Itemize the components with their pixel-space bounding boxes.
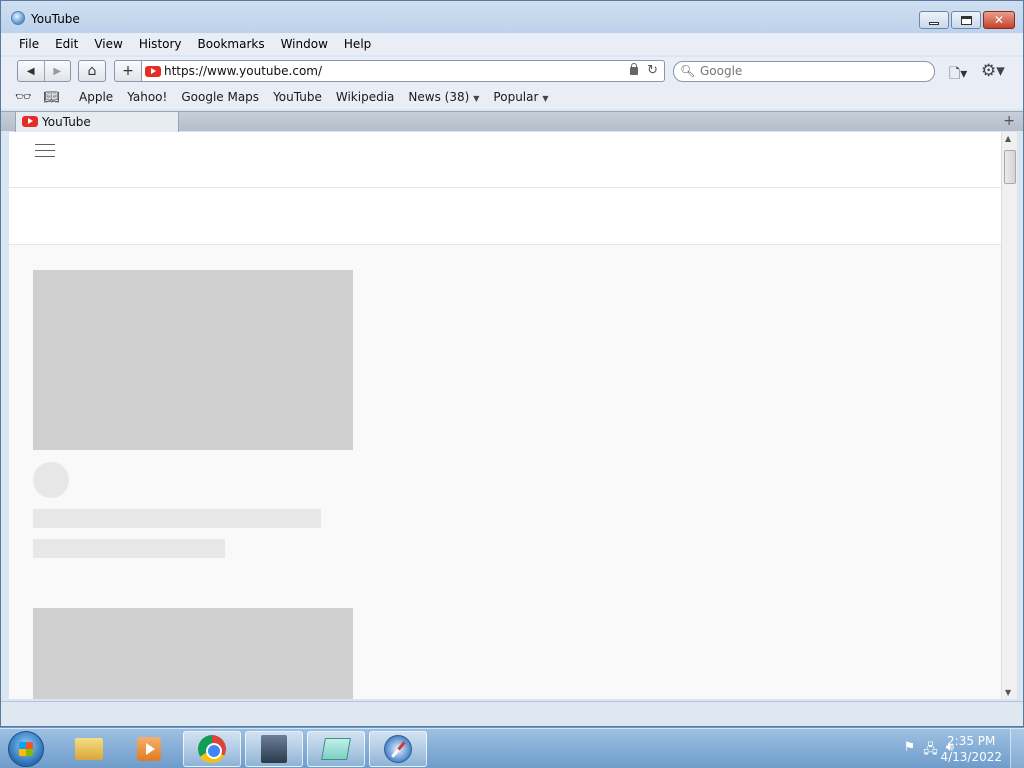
back-forward-group: ◀ ▶ xyxy=(17,60,71,82)
taskbar-chrome[interactable] xyxy=(183,731,241,767)
search-input[interactable] xyxy=(700,64,920,78)
menu-window[interactable]: Window xyxy=(273,37,336,51)
bookmark-wikipedia[interactable]: Wikipedia xyxy=(336,90,395,104)
url-text[interactable]: https://www.youtube.com/ xyxy=(164,64,322,78)
youtube-chip-bar xyxy=(9,188,1001,245)
menu-bookmarks[interactable]: Bookmarks xyxy=(190,37,273,51)
taskbar-notepad[interactable] xyxy=(307,731,365,767)
clock-date: 4/13/2022 xyxy=(940,750,1002,764)
minimize-icon xyxy=(929,21,939,25)
home-button[interactable]: ⌂ xyxy=(78,60,106,82)
avatar-placeholder xyxy=(33,462,69,498)
address-bar[interactable]: https://www.youtube.com/ ↻ xyxy=(141,60,665,82)
gear-icon[interactable]: ⚙▾ xyxy=(981,61,1005,81)
maximize-icon xyxy=(960,15,972,25)
safari-app-icon xyxy=(11,11,25,25)
taskbar-counter-strike[interactable] xyxy=(245,731,303,767)
bookmark-google-maps[interactable]: Google Maps xyxy=(181,90,259,104)
maximize-button[interactable] xyxy=(951,11,981,29)
home-icon: ⌂ xyxy=(87,63,97,79)
plus-icon: + xyxy=(122,63,134,79)
network-icon[interactable]: 🖧︎ xyxy=(923,740,938,762)
youtube-masthead xyxy=(9,132,1001,188)
reading-list-icon[interactable]: 👓︎ xyxy=(15,90,32,105)
tab-label: YouTube xyxy=(42,115,91,129)
menu-file[interactable]: File xyxy=(11,37,47,51)
show-desktop-button[interactable] xyxy=(1010,729,1024,768)
taskbar-media-player[interactable] xyxy=(120,731,178,767)
close-button[interactable]: ✕ xyxy=(983,11,1015,29)
taskbar-explorer[interactable] xyxy=(60,731,118,767)
search-field[interactable]: 🔍︎ xyxy=(673,61,935,82)
bookmark-youtube[interactable]: YouTube xyxy=(273,90,322,104)
notepad-icon xyxy=(321,738,351,760)
title-placeholder xyxy=(33,509,321,528)
back-button[interactable]: ◀ xyxy=(18,61,44,81)
bookmark-apple[interactable]: Apple xyxy=(79,90,113,104)
menu-bar: File Edit View History Bookmarks Window … xyxy=(1,33,1023,55)
menu-edit[interactable]: Edit xyxy=(47,37,86,51)
chevron-down-icon: ▼ xyxy=(542,94,549,103)
chrome-icon xyxy=(198,735,226,763)
windows-taskbar: ⚑ 🖧︎ 🔊︎ 2:35 PM 4/13/2022 xyxy=(0,728,1024,768)
bookmark-yahoo[interactable]: Yahoo! xyxy=(127,90,167,104)
add-bookmark-button[interactable]: + xyxy=(114,60,142,82)
bookmark-news-label: News (38) xyxy=(408,90,470,104)
hamburger-menu-icon[interactable] xyxy=(35,144,55,158)
youtube-favicon-icon xyxy=(145,66,161,77)
bookmark-popular-label: Popular xyxy=(493,90,539,104)
bookmark-news-folder[interactable]: News (38) ▼ xyxy=(408,90,479,104)
chevron-down-icon: ▼ xyxy=(473,94,480,103)
menu-view[interactable]: View xyxy=(86,37,130,51)
close-icon: ✕ xyxy=(993,13,1005,27)
menu-help[interactable]: Help xyxy=(336,37,379,51)
reload-icon[interactable]: ↻ xyxy=(647,63,658,78)
taskbar-safari[interactable] xyxy=(369,731,427,767)
scroll-down-icon[interactable]: ▼ xyxy=(1005,688,1011,697)
menu-history[interactable]: History xyxy=(131,37,190,51)
window-title: YouTube xyxy=(31,12,80,26)
web-content xyxy=(9,132,1001,699)
vertical-scrollbar[interactable]: ▲ ▼ xyxy=(1001,132,1017,699)
window-controls: ✕ xyxy=(919,11,1015,29)
counter-strike-icon xyxy=(261,735,287,763)
back-arrow-icon: ◀ xyxy=(26,65,35,77)
bookmarks-book-icon[interactable]: 📖︎ xyxy=(44,90,61,105)
scroll-up-icon[interactable]: ▲ xyxy=(1005,134,1011,143)
bookmark-popular-folder[interactable]: Popular ▼ xyxy=(493,90,548,104)
video-thumbnail-placeholder xyxy=(33,270,353,450)
action-center-flag-icon[interactable]: ⚑ xyxy=(904,740,916,762)
bookmarks-bar: 👓︎ 📖︎ Apple Yahoo! Google Maps YouTube W… xyxy=(1,85,1023,109)
title-bar[interactable]: YouTube ✕ xyxy=(1,1,1023,33)
video-thumbnail-placeholder xyxy=(33,608,353,699)
youtube-favicon-icon xyxy=(22,116,38,127)
folder-icon xyxy=(75,738,103,760)
page-menu-icon[interactable]: 🗋▾ xyxy=(949,63,967,87)
metadata-placeholder xyxy=(33,539,225,558)
browser-window: YouTube ✕ File Edit View History Bookmar… xyxy=(0,0,1024,727)
minimize-button[interactable] xyxy=(919,11,949,29)
lock-icon xyxy=(630,63,638,75)
tab-youtube[interactable]: YouTube xyxy=(15,112,179,132)
tab-bar: YouTube + xyxy=(1,111,1023,132)
search-icon: 🔍︎ xyxy=(680,64,696,78)
forward-arrow-icon: ▶ xyxy=(53,65,62,77)
safari-icon xyxy=(384,735,412,763)
clock-time: 2:35 PM xyxy=(947,734,996,748)
forward-button[interactable]: ▶ xyxy=(43,61,71,81)
new-tab-button[interactable]: + xyxy=(1003,113,1015,129)
navigation-toolbar: ◀ ▶ ⌂ + https://www.youtube.com/ ↻ 🔍︎ 🗋▾… xyxy=(1,57,1023,85)
status-bar xyxy=(1,701,1023,726)
media-player-icon xyxy=(137,737,161,761)
system-clock[interactable]: 2:35 PM 4/13/2022 xyxy=(940,733,1002,765)
scrollbar-thumb[interactable] xyxy=(1004,150,1016,184)
start-button[interactable] xyxy=(8,731,44,767)
